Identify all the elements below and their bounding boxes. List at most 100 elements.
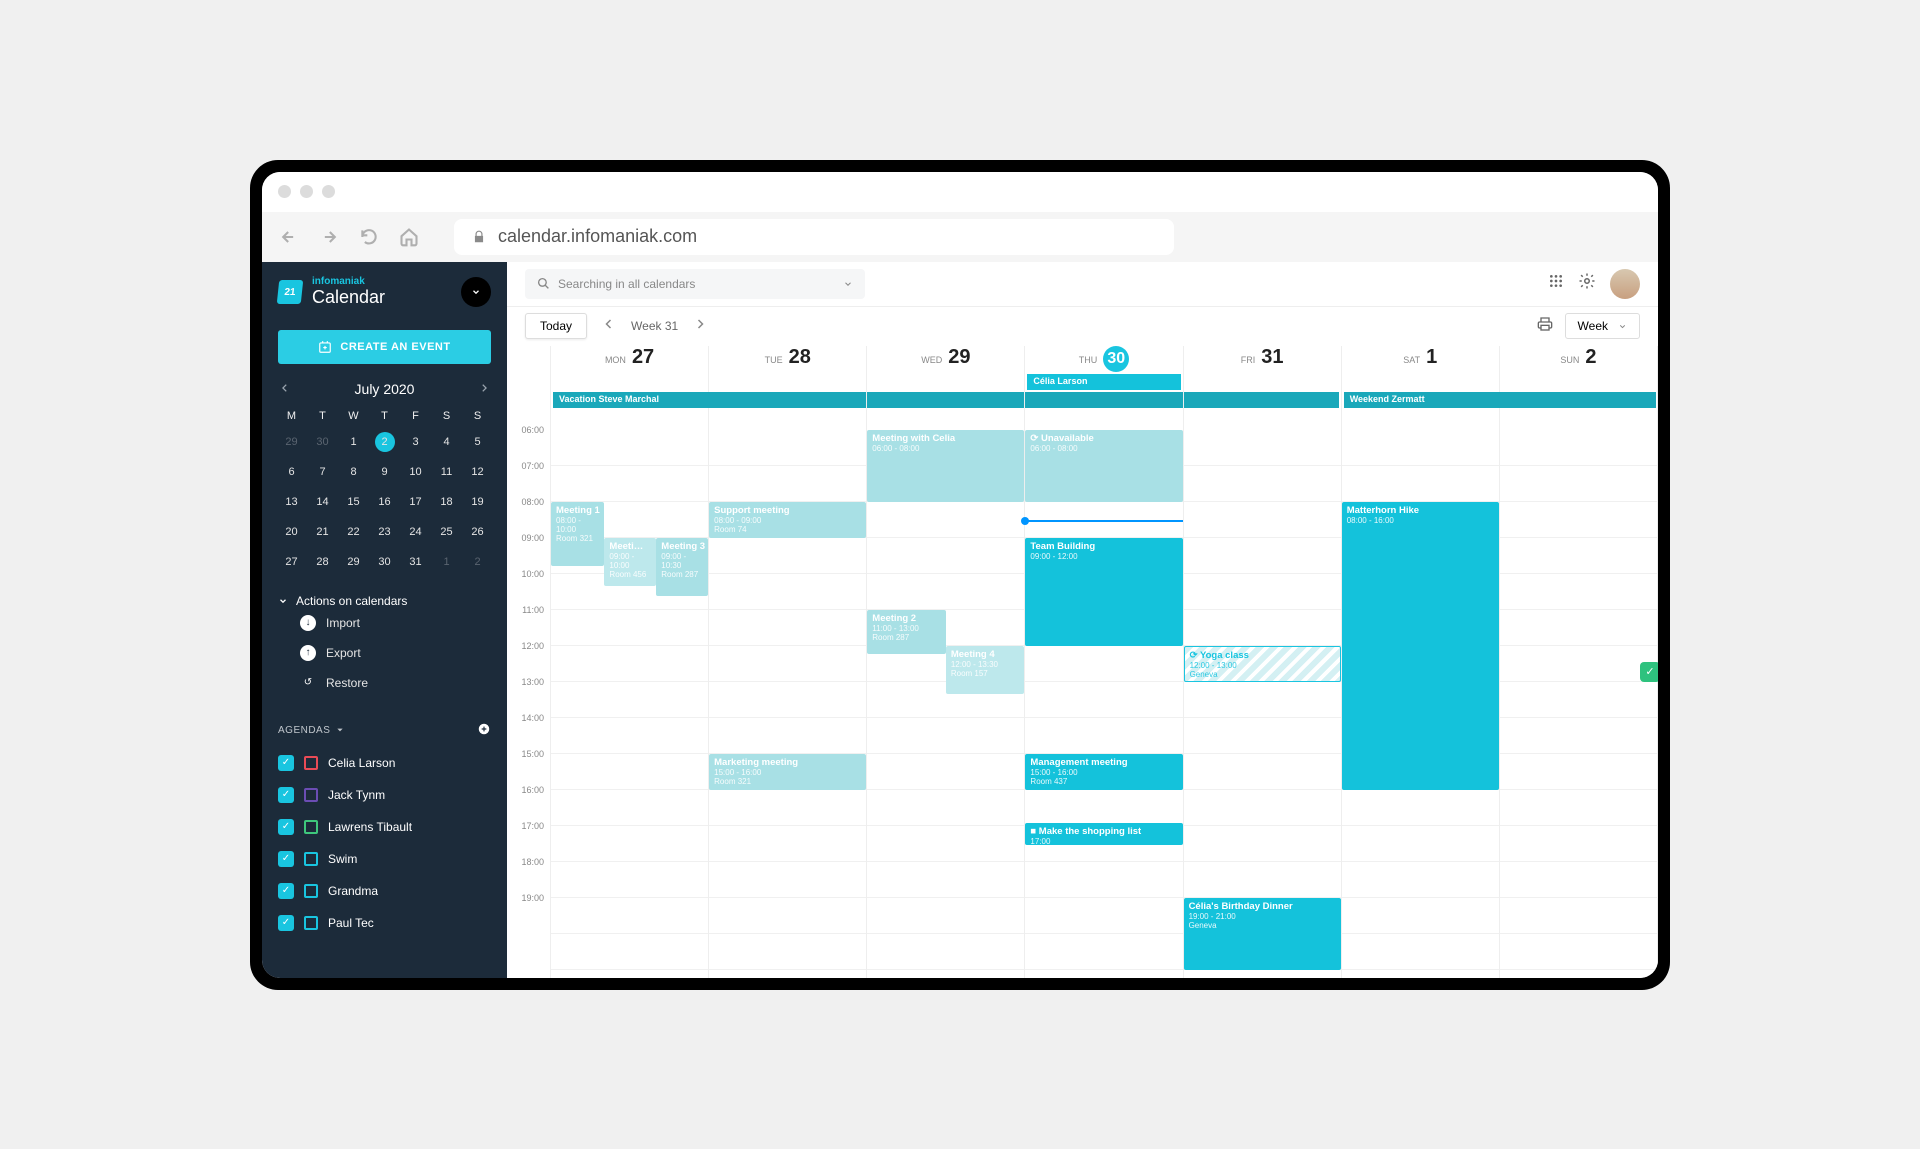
- traffic-light-max[interactable]: [322, 185, 335, 198]
- mini-day[interactable]: 19: [462, 492, 493, 512]
- reload-button[interactable]: [356, 224, 382, 250]
- actions-toggle[interactable]: Actions on calendars: [278, 594, 491, 608]
- mini-calendar: July 2020 MTWTFSS29301234567891011121314…: [262, 378, 507, 584]
- agenda-item[interactable]: ✓Grandma: [262, 875, 507, 907]
- user-avatar[interactable]: [1610, 269, 1640, 299]
- mini-day[interactable]: 23: [369, 522, 400, 542]
- day-column[interactable]: FRI31⟳ Yoga class12:00 - 13:00GenevaCéli…: [1184, 346, 1342, 978]
- action-restore[interactable]: ↺Restore: [278, 668, 491, 698]
- mini-day[interactable]: 9: [369, 462, 400, 482]
- day-column[interactable]: SUN2: [1500, 346, 1658, 978]
- prev-week[interactable]: [599, 313, 619, 339]
- mini-day[interactable]: 20: [276, 522, 307, 542]
- today-button[interactable]: Today: [525, 313, 587, 339]
- mini-day[interactable]: 27: [276, 552, 307, 572]
- mini-day[interactable]: 1: [431, 552, 462, 572]
- action-import[interactable]: ↓Import: [278, 608, 491, 638]
- checkbox-icon[interactable]: ✓: [278, 819, 294, 835]
- calendar-event[interactable]: ■ Make the shopping list17:00: [1025, 823, 1182, 845]
- create-event-button[interactable]: CREATE AN EVENT: [278, 330, 491, 364]
- mini-day[interactable]: 13: [276, 492, 307, 512]
- checkbox-icon[interactable]: ✓: [278, 851, 294, 867]
- next-week[interactable]: [690, 313, 710, 339]
- calendar-event[interactable]: Meeting 309:00 - 10:30Room 287: [656, 538, 708, 596]
- mini-day[interactable]: 30: [369, 552, 400, 572]
- apps-grid-icon[interactable]: [1548, 273, 1564, 294]
- chevron-down-icon: [278, 596, 288, 606]
- calendar-event[interactable]: Team Building09:00 - 12:00: [1025, 538, 1182, 646]
- mini-day[interactable]: 16: [369, 492, 400, 512]
- traffic-light-close[interactable]: [278, 185, 291, 198]
- checkbox-icon[interactable]: ✓: [278, 787, 294, 803]
- mini-day[interactable]: 24: [400, 522, 431, 542]
- calendar-event[interactable]: Support meeting08:00 - 09:00Room 74: [709, 502, 866, 538]
- mini-day[interactable]: 8: [338, 462, 369, 482]
- calendar-event[interactable]: Management meeting15:00 - 16:00Room 437: [1025, 754, 1182, 790]
- agenda-item[interactable]: ✓Lawrens Tibault: [262, 811, 507, 843]
- calendar-event[interactable]: Meeting 108:00 - 10:00Room 321: [551, 502, 604, 566]
- status-badge[interactable]: ✓: [1640, 662, 1658, 682]
- mini-day[interactable]: 10: [400, 462, 431, 482]
- mini-day[interactable]: 29: [338, 552, 369, 572]
- allday-event[interactable]: Célia Larson: [1027, 374, 1181, 390]
- checkbox-icon[interactable]: ✓: [278, 755, 294, 771]
- mini-day[interactable]: 7: [307, 462, 338, 482]
- add-agenda-button[interactable]: [477, 722, 491, 739]
- print-button[interactable]: [1537, 316, 1553, 337]
- mini-day[interactable]: 29: [276, 432, 307, 452]
- mini-day[interactable]: 5: [462, 432, 493, 452]
- agenda-item[interactable]: ✓Celia Larson: [262, 747, 507, 779]
- mini-day[interactable]: 4: [431, 432, 462, 452]
- mini-day[interactable]: 3: [400, 432, 431, 452]
- time-label: 07:00: [507, 461, 550, 497]
- mini-day[interactable]: 21: [307, 522, 338, 542]
- mini-next[interactable]: [475, 378, 493, 400]
- mini-day[interactable]: 11: [431, 462, 462, 482]
- agenda-item[interactable]: ✓Paul Tec: [262, 907, 507, 939]
- mini-day[interactable]: 17: [400, 492, 431, 512]
- home-button[interactable]: [396, 224, 422, 250]
- mini-day[interactable]: 18: [431, 492, 462, 512]
- mini-day[interactable]: 6: [276, 462, 307, 482]
- mini-day[interactable]: 12: [462, 462, 493, 482]
- traffic-light-min[interactable]: [300, 185, 313, 198]
- action-export[interactable]: ↑Export: [278, 638, 491, 668]
- view-selector[interactable]: Week: [1565, 313, 1640, 339]
- mini-day[interactable]: 15: [338, 492, 369, 512]
- mini-day[interactable]: 2: [462, 552, 493, 572]
- checkbox-icon[interactable]: ✓: [278, 915, 294, 931]
- address-bar[interactable]: calendar.infomaniak.com: [454, 219, 1174, 255]
- search-input[interactable]: Searching in all calendars: [525, 269, 865, 299]
- checkbox-icon[interactable]: ✓: [278, 883, 294, 899]
- calendar-event[interactable]: Meeting with Celia06:00 - 08:00: [867, 430, 1024, 502]
- calendar-event[interactable]: Marketing meeting15:00 - 16:00Room 321: [709, 754, 866, 790]
- gear-icon[interactable]: [1578, 272, 1596, 295]
- day-column[interactable]: WED29Meeting with Celia06:00 - 08:00Meet…: [867, 346, 1025, 978]
- forward-button[interactable]: [316, 224, 342, 250]
- mini-prev[interactable]: [276, 378, 294, 400]
- mini-day[interactable]: 31: [400, 552, 431, 572]
- calendar-event[interactable]: ⟳ Unavailable06:00 - 08:00: [1025, 430, 1182, 502]
- day-column[interactable]: TUE28Support meeting08:00 - 09:00Room 74…: [709, 346, 867, 978]
- mini-day[interactable]: 28: [307, 552, 338, 572]
- agenda-item[interactable]: ✓Swim: [262, 843, 507, 875]
- mini-day[interactable]: 1: [338, 432, 369, 452]
- mini-day[interactable]: 25: [431, 522, 462, 542]
- calendar-event[interactable]: ⟳ Yoga class12:00 - 13:00Geneva: [1184, 646, 1341, 682]
- mini-day[interactable]: 2: [375, 432, 395, 452]
- sidebar-collapse[interactable]: [461, 277, 491, 307]
- calendar-event[interactable]: Matterhorn Hike08:00 - 16:00: [1342, 502, 1499, 790]
- back-button[interactable]: [276, 224, 302, 250]
- day-column[interactable]: SAT1Weekend ZermattMatterhorn Hike08:00 …: [1342, 346, 1500, 978]
- mini-day[interactable]: 22: [338, 522, 369, 542]
- agenda-item[interactable]: ✓Jack Tynm: [262, 779, 507, 811]
- calendar-event[interactable]: Meeting 211:00 - 13:00Room 287: [867, 610, 946, 654]
- calendar-event[interactable]: Meeting 412:00 - 13:30Room 157: [946, 646, 1025, 694]
- day-column[interactable]: THU30Célia Larson⟳ Unavailable06:00 - 08…: [1025, 346, 1183, 978]
- day-column[interactable]: MON27Vacation Steve MarchalMeeting 108:0…: [551, 346, 709, 978]
- mini-day[interactable]: 30: [307, 432, 338, 452]
- mini-day[interactable]: 14: [307, 492, 338, 512]
- calendar-event[interactable]: Célia's Birthday Dinner19:00 - 21:00Gene…: [1184, 898, 1341, 970]
- mini-day[interactable]: 26: [462, 522, 493, 542]
- calendar-event[interactable]: Meeti…09:00 - 10:00Room 456: [604, 538, 656, 586]
